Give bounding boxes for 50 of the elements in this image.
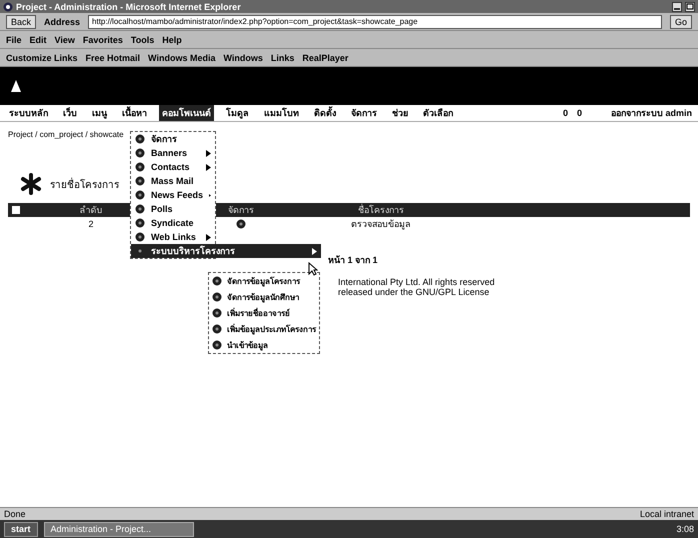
- menu-item[interactable]: Edit: [30, 34, 47, 44]
- nav-item[interactable]: ช่วย: [389, 105, 411, 121]
- table-cell: 2: [88, 219, 94, 229]
- taskbar-button[interactable]: Administration - Project...: [44, 522, 194, 536]
- link-item[interactable]: Windows: [223, 52, 263, 62]
- nav-item[interactable]: ติดตั้ง: [311, 105, 339, 121]
- menu-item[interactable]: File: [6, 34, 22, 44]
- nav-item[interactable]: เมนู: [89, 105, 110, 121]
- link-item[interactable]: Links: [270, 52, 294, 62]
- nav-item[interactable]: คอมโพเนนต์: [159, 105, 214, 121]
- nav-item[interactable]: ตัวเลือก: [420, 105, 456, 121]
- column-header[interactable]: ชื่อโครงการ: [326, 203, 436, 217]
- nav-item[interactable]: เว็บ: [60, 105, 80, 121]
- link-item[interactable]: Windows Media: [148, 52, 216, 62]
- nav-item[interactable]: โมดูล: [223, 105, 252, 121]
- link-item[interactable]: Free Hotmail: [86, 52, 140, 62]
- menu-item[interactable]: View: [54, 34, 75, 44]
- footer-text: released under the GNU/GPL License: [338, 287, 490, 297]
- count: 0: [576, 108, 582, 118]
- back-button[interactable]: Back: [6, 14, 36, 28]
- status-text: Done: [4, 509, 26, 519]
- link-item[interactable]: RealPlayer: [302, 52, 348, 62]
- window-title: Project - Administration - Microsoft Internet Explorer: [16, 2, 241, 12]
- logout-link[interactable]: ออกจากระบบ admin: [610, 106, 692, 120]
- zone-text: Local intranet: [640, 509, 694, 519]
- table-cell-text: ตรวจสอบข้อมูล: [351, 218, 411, 231]
- footer-text: International Pty Ltd. All rights reserved: [338, 277, 496, 287]
- count: 0: [562, 108, 568, 118]
- menu-item[interactable]: นำเข้าข้อมูล: [209, 337, 319, 353]
- menu-item[interactable]: Tools: [130, 34, 154, 44]
- menu-item[interactable]: เพิ่มรายชื่ออาจารย์: [209, 305, 319, 321]
- menu-item[interactable]: จัดการข้อมูลโครงการ: [209, 273, 319, 289]
- breadcrumb: Project / com_project / showcate: [8, 130, 124, 139]
- page-title: รายชื่อโครงการ: [50, 176, 119, 192]
- menu-item[interactable]: ระบบบริหารโครงการ: [131, 244, 321, 258]
- clock: 3:08: [676, 524, 694, 534]
- menu-item[interactable]: Favorites: [82, 34, 123, 44]
- menu-item[interactable]: เพิ่มข้อมูลประเภทโครงการ: [209, 321, 319, 337]
- menu-item[interactable]: จัดการข้อมูลนักศึกษา: [209, 289, 319, 305]
- pagination: หน้า 1 จาก 1: [328, 254, 379, 267]
- start-button[interactable]: start: [4, 522, 38, 536]
- nav-item[interactable]: แมมโบท: [261, 105, 302, 121]
- nav-item[interactable]: เนื้อหา: [119, 105, 150, 121]
- nav-item[interactable]: ระบบหลัก: [6, 105, 51, 121]
- menu-item[interactable]: Help: [162, 34, 182, 44]
- link-item[interactable]: Customize Links: [6, 52, 78, 62]
- go-button[interactable]: Go: [670, 14, 692, 28]
- nav-item[interactable]: จัดการ: [348, 105, 380, 121]
- address-label: Address: [44, 16, 80, 26]
- address-field[interactable]: http://localhost/mambo/administrator/index2.php?option=com_project&task=showcate_page: [88, 14, 662, 28]
